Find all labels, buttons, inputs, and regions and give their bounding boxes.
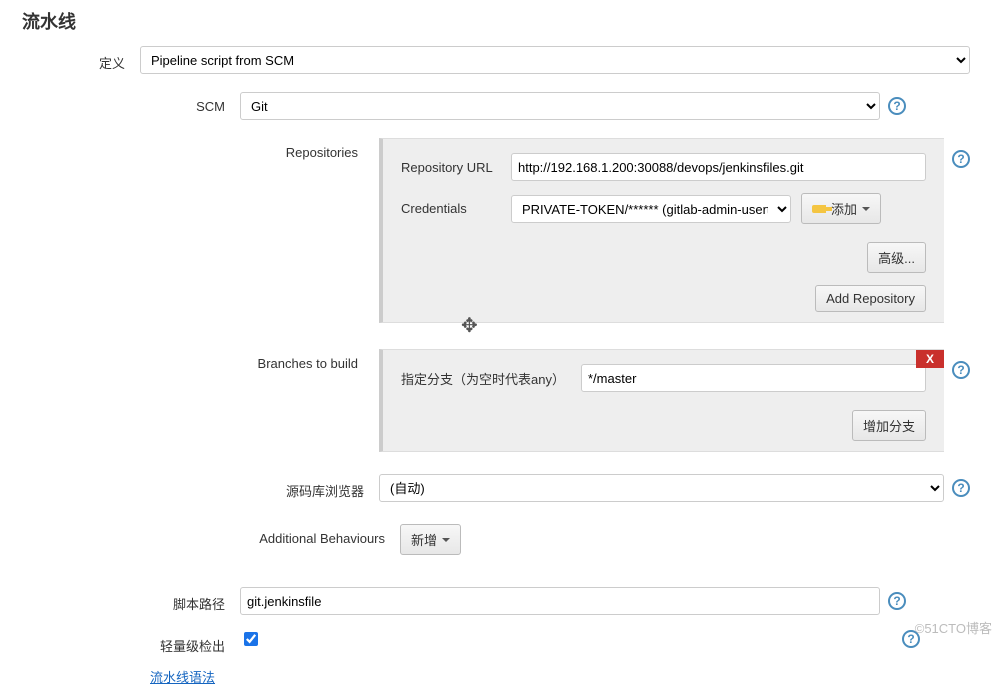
pipeline-syntax-link[interactable]: 流水线语法 (150, 667, 215, 686)
definition-select[interactable]: Pipeline script from SCM (140, 46, 970, 74)
add-behaviour-label: 新增 (411, 530, 437, 549)
caret-down-icon (862, 207, 870, 211)
scm-select[interactable]: Git (240, 92, 880, 120)
repository-panel: Repository URL Credentials PRIVATE-TOKEN… (379, 138, 944, 323)
source-browser-select[interactable]: (自动) (379, 474, 944, 502)
add-behaviour-button[interactable]: 新增 (400, 524, 461, 555)
add-repository-button[interactable]: Add Repository (815, 285, 926, 312)
add-branch-button[interactable]: 增加分支 (852, 410, 926, 441)
help-icon[interactable]: ? (952, 150, 970, 168)
lightweight-label: 轻量级检出 (0, 629, 240, 655)
section-title: 流水线 (0, 0, 1000, 42)
remove-branch-button[interactable]: X (916, 350, 944, 368)
repository-url-input[interactable] (511, 153, 926, 181)
branch-panel: X 指定分支（为空时代表any） 增加分支 (379, 349, 944, 452)
key-icon (812, 205, 826, 213)
help-icon[interactable]: ? (888, 97, 906, 115)
additional-behaviours-label: Additional Behaviours (0, 524, 400, 546)
credentials-label: Credentials (401, 201, 501, 216)
definition-label: 定义 (0, 46, 140, 72)
credentials-select[interactable]: PRIVATE-TOKEN/****** (gitlab-admin-usert… (511, 195, 791, 223)
help-icon[interactable]: ? (888, 592, 906, 610)
help-icon[interactable]: ? (952, 479, 970, 497)
lightweight-checkbox[interactable] (244, 632, 258, 646)
help-icon[interactable]: ? (952, 361, 970, 379)
script-path-input[interactable] (240, 587, 880, 615)
branch-specifier-input[interactable] (581, 364, 926, 392)
add-credentials-label: 添加 (831, 199, 857, 218)
watermark: ©51CTO博客 (915, 618, 992, 637)
caret-down-icon (442, 538, 450, 542)
branches-label: Branches to build (0, 349, 373, 371)
repositories-label: Repositories (0, 138, 373, 160)
script-path-label: 脚本路径 (0, 587, 240, 613)
scm-label: SCM (0, 92, 240, 114)
advanced-button[interactable]: 高级... (867, 242, 926, 273)
drag-handle-icon[interactable]: ✥ (461, 313, 478, 338)
repository-url-label: Repository URL (401, 160, 501, 175)
add-credentials-button[interactable]: 添加 (801, 193, 881, 224)
source-browser-label: 源码库浏览器 (0, 474, 379, 500)
branch-specifier-label: 指定分支（为空时代表any） (401, 369, 571, 388)
